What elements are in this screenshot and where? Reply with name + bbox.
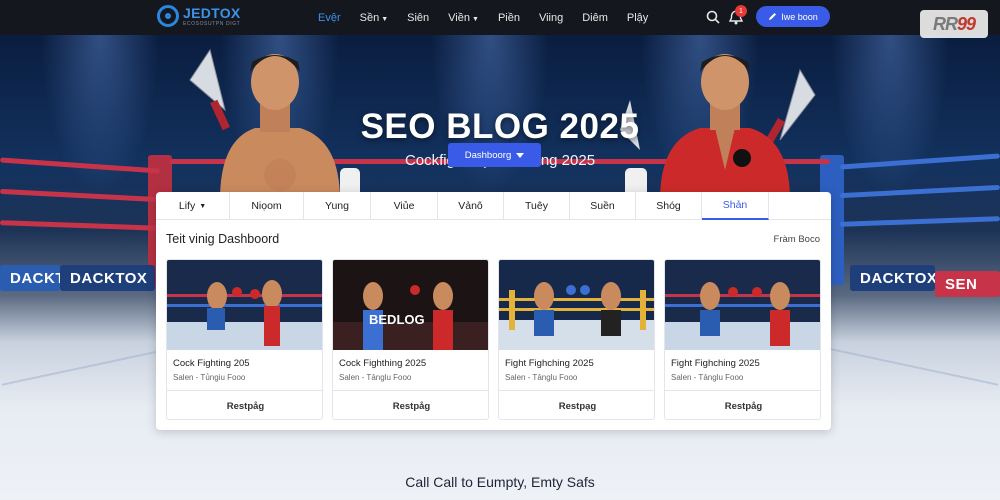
card-thumbnail xyxy=(499,260,654,350)
tab-7[interactable]: Suền xyxy=(570,192,636,220)
nav-link-2[interactable]: Sền ▼ xyxy=(360,12,389,24)
card-thumbnail xyxy=(167,260,322,350)
nav-link-7[interactable]: Diêm xyxy=(582,12,608,24)
ring-banner: DACKTOX xyxy=(60,265,155,291)
notification-badge: 1 xyxy=(735,5,747,17)
ring-rope xyxy=(839,216,1000,227)
card-meta: Salen - Tảnglu Fooo xyxy=(505,373,578,382)
footer-call-to-action: Call Call to Eumpty, Emty Safs xyxy=(405,474,595,490)
article-card[interactable]: Cock Fighting 205 Salen - Tủngiu Fooo Re… xyxy=(166,259,323,420)
card-meta: Salen - Tủngiu Fooo xyxy=(173,373,246,382)
card-title: Cock Fighthing 2025 xyxy=(339,358,427,369)
tab-4[interactable]: Viủe xyxy=(371,192,438,220)
nav-link-3[interactable]: Siên xyxy=(407,12,429,24)
tab-5[interactable]: Vảnô xyxy=(438,192,504,220)
site-watermark-badge: RR 99 xyxy=(920,10,988,38)
tab-8[interactable]: Shóg xyxy=(636,192,702,220)
hero-title: SEO BLOG 2025 xyxy=(360,107,640,146)
card-title: Fight Fighching 2025 xyxy=(505,358,594,369)
badge-suffix: 99 xyxy=(956,13,976,34)
nav-cta-button[interactable]: Iwe boon xyxy=(756,6,830,27)
top-navigation: JEDTOX ECOSOSUTPN DIGT Evệr Sền ▼ Siên Vi… xyxy=(0,0,1000,35)
nav-cta-label: Iwe boon xyxy=(781,11,818,22)
card-button[interactable]: Restpåg xyxy=(665,390,820,419)
card-thumbnail xyxy=(333,260,488,350)
category-tabs: Lify ▼ Niọom Yung Viủe Vảnô Tuêy Suền Shó… xyxy=(156,192,831,220)
dashboard-title: Teit vinig Dashboord xyxy=(166,232,280,246)
dashboard-dropdown-button[interactable]: Dashboorg xyxy=(448,143,541,167)
ring-banner: SEN xyxy=(935,271,1000,297)
brand-mark-icon xyxy=(157,5,179,27)
card-button[interactable]: Restpåg xyxy=(167,390,322,419)
ring-floor-line xyxy=(821,346,999,386)
chevron-down-icon: ▼ xyxy=(381,15,389,23)
badge-prefix: RR xyxy=(932,13,958,34)
nav-link-8[interactable]: Plậy xyxy=(627,12,648,24)
card-title: Cock Fighting 205 xyxy=(173,358,250,369)
nav-link-label: Sền xyxy=(359,11,380,24)
chevron-down-icon xyxy=(516,152,525,158)
card-title: Fight Fighching 2025 xyxy=(671,358,760,369)
tab-3[interactable]: Yung xyxy=(304,192,371,220)
tab-label: Lify xyxy=(178,200,196,212)
pen-icon xyxy=(769,13,777,20)
nav-link-6[interactable]: Viing xyxy=(539,12,563,24)
nav-link-label: Viền xyxy=(448,11,470,24)
ring-banner: DACKTOK xyxy=(0,265,88,291)
nav-link-5[interactable]: Piền xyxy=(498,12,520,24)
brand-tagline: ECOSOSUTPN DIGT xyxy=(183,20,241,27)
search-icon[interactable] xyxy=(706,10,720,24)
article-card[interactable]: Fight Fighching 2025 Salen - Tảnglu Fooo… xyxy=(664,259,821,420)
card-image-caption: BEDLOG xyxy=(369,312,425,327)
brand-name: JEDTOX xyxy=(183,4,241,21)
ring-floor-line xyxy=(1,346,179,386)
card-meta: Salen - Tảnglu Fooo xyxy=(339,373,412,382)
chevron-down-icon: ▼ xyxy=(472,15,479,23)
brand-logo[interactable]: JEDTOX ECOSOSUTPN DIGT xyxy=(157,5,241,27)
card-thumbnail xyxy=(665,260,820,350)
dashboard-button-label: Dashboorg xyxy=(464,149,512,161)
card-button[interactable]: Restpạg xyxy=(499,390,654,419)
nav-links: Evệr Sền ▼ Siên Viền ▼ Piền Viing Diêm Plậ… xyxy=(318,0,667,35)
tab-6[interactable]: Tuêy xyxy=(504,192,570,220)
card-button[interactable]: Restpåg xyxy=(333,390,488,419)
tab-1[interactable]: Lify ▼ xyxy=(156,192,230,220)
tab-9[interactable]: Shản xyxy=(702,192,769,220)
tab-2[interactable]: Niọom xyxy=(230,192,304,220)
card-meta: Salen - Tảnglu Fooo xyxy=(671,373,744,382)
ring-banner: DACKTOX xyxy=(850,265,937,291)
chevron-down-icon: ▼ xyxy=(199,202,207,210)
nav-link-4[interactable]: Viền ▼ xyxy=(448,12,479,24)
nav-link-1[interactable]: Evệr xyxy=(318,12,341,24)
dashboard-view-all-link[interactable]: Fràm Boco xyxy=(774,234,820,245)
article-card[interactable]: BEDLOG Cock Fighthing 2025 Salen - Tảngl… xyxy=(332,259,489,420)
dashboard-panel: Lify ▼ Niọom Yung Viủe Vảnô Tuêy Suền Shó… xyxy=(156,192,831,430)
article-card[interactable]: Fight Fighching 2025 Salen - Tảnglu Fooo… xyxy=(498,259,655,420)
ring-rope xyxy=(0,220,161,231)
